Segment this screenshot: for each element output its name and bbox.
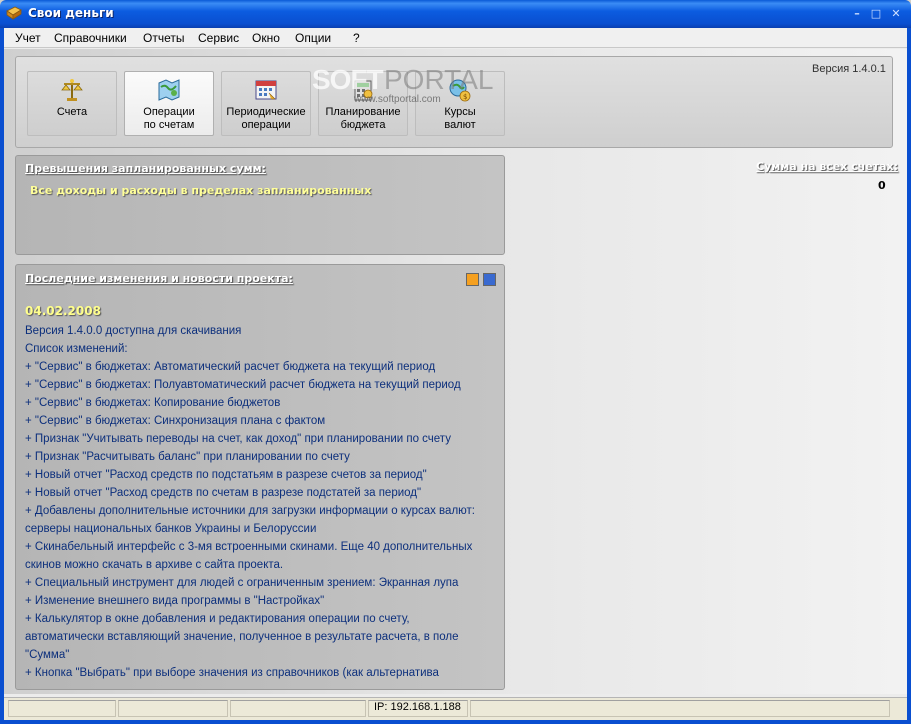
news-line: серверы национальных банков Украины и Бе… [25,523,317,535]
news-line: + Специальный инструмент для людей с огр… [25,577,459,589]
news-line: + Изменение внешнего вида программы в "Н… [25,595,325,607]
close-button[interactable]: ✕ [888,6,904,21]
news-line: + Признак "Расчитывать баланс" при плани… [25,451,350,463]
menu-window[interactable]: Окно [252,31,280,45]
title-bar: Свои деньги – □ ✕ [0,0,911,28]
maximize-button[interactable]: □ [868,6,884,21]
news-line: + Калькулятор в окне добавления и редакт… [25,613,410,625]
accounts-label: Счета [56,106,88,118]
news-line: "Сумма" [25,649,70,661]
news-list: Версия 1.4.0.0 доступна для скачивания С… [25,322,500,682]
news-line: + Кнопка "Выбрать" при выборе значения и… [25,667,439,679]
calendar-icon [255,80,277,100]
minimize-button[interactable]: – [849,6,865,21]
exceed-panel-title: Превышения запланированных сумм: [25,162,266,175]
news-line: скинов можно скачать в архиве с сайта пр… [25,559,284,571]
accounts-button[interactable]: Счета [27,71,117,136]
watermark-url: www.softportal.com [354,94,441,105]
news-line: + "Сервис" в бюджетах: Автоматический ра… [25,361,436,373]
refresh-news-icon[interactable] [466,273,479,286]
menu-reports[interactable]: Отчеты [143,31,184,45]
news-line: + Добавлены дополнительные источники для… [25,505,475,517]
exchange-rates-label: Курсы валют [444,106,476,131]
news-line: + "Сервис" в бюджетах: Копирование бюдже… [25,397,281,409]
news-line: + "Сервис" в бюджетах: Синхронизация пла… [25,415,326,427]
watermark-soft: SOFT [312,64,384,95]
watermark-portal: PORTAL [384,64,494,95]
sum-value: 0 [878,179,886,192]
wallet-icon [6,6,22,20]
news-line: Версия 1.4.0.0 доступна для скачивания [25,325,242,337]
window-title: Свои деньги [28,6,114,20]
budget-planning-label: Планирование бюджета [325,106,401,131]
open-news-icon[interactable] [483,273,496,286]
news-line: + Признак "Учитывать переводы на счет, к… [25,433,451,445]
account-operations-label: Операции по счетам [143,106,195,131]
news-line: + Скинабельный интерфейс с 3-мя встроенн… [25,541,473,553]
ip-address: IP: 192.168.1.188 [374,701,461,713]
periodic-operations-label: Периодические операции [226,106,306,131]
menu-bar: Учет Справочники Отчеты Сервис Окно Опци… [4,28,907,48]
news-line: + "Сервис" в бюджетах: Полуавтоматически… [25,379,461,391]
menu-options[interactable]: Опции [295,31,331,45]
map-book-icon [158,79,180,101]
sum-title: Сумма на всех счетах: [756,160,899,173]
news-line: Список изменений: [25,343,128,355]
exceed-message: Все доходы и расходы в пределах запланир… [30,184,372,197]
menu-help[interactable]: ? [353,31,360,45]
menu-accounting[interactable]: Учет [15,31,41,45]
account-operations-button[interactable]: Операции по счетам [124,71,214,136]
news-panel-title: Последние изменения и новости проекта: [25,272,293,285]
menu-service[interactable]: Сервис [198,31,239,45]
news-line: + Новый отчет "Расход средств по подстат… [25,469,427,481]
news-line: + Новый отчет "Расход средств по счетам … [25,487,422,499]
status-cell [8,700,116,717]
news-date: 04.02.2008 [25,304,101,318]
status-cell [470,700,890,717]
version-label: Версия 1.4.0.1 [812,63,886,75]
scales-icon [61,79,83,101]
news-line: автоматически вставляющий значение, полу… [25,631,459,643]
menu-references[interactable]: Справочники [54,31,127,45]
status-cell [118,700,228,717]
periodic-operations-button[interactable]: Периодические операции [221,71,311,136]
status-cell [230,700,366,717]
